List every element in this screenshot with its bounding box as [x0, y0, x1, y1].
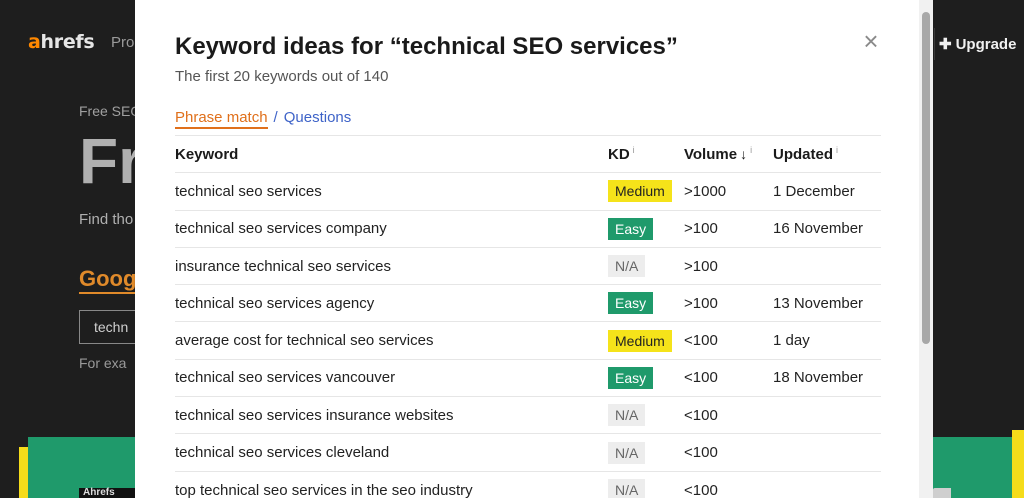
upgrade-label: Upgrade	[955, 35, 1017, 53]
keyword-cell[interactable]: technical seo services cleveland	[175, 433, 608, 472]
kd-cell: N/A	[608, 433, 684, 472]
info-icon: i	[750, 145, 753, 156]
decorative-yellow-strip-right	[1012, 430, 1024, 498]
keyword-table: Keyword KD i Volume ↓ i Updated i technical …	[175, 134, 881, 498]
volume-cell: <100	[684, 321, 773, 360]
table-row[interactable]: technical seo services vancouver Easy <100…	[175, 358, 881, 397]
updated-cell	[773, 470, 881, 498]
kd-cell: Easy	[608, 358, 684, 397]
table-row[interactable]: technical seo services company Easy >100 16…	[175, 209, 881, 248]
tab-questions[interactable]: Questions	[284, 109, 352, 129]
kd-badge: N/A	[608, 404, 646, 427]
keyword-table-body: technical seo services Medium >1000 1 Decem…	[175, 172, 881, 498]
keyword-cell[interactable]: technical seo services company	[175, 209, 608, 248]
updated-cell: 1 day	[773, 321, 881, 360]
header-volume[interactable]: Volume ↓ i	[684, 134, 773, 173]
keyword-cell[interactable]: top technical seo services in the seo in…	[175, 470, 608, 498]
info-icon: i	[632, 145, 635, 156]
kd-badge: N/A	[608, 479, 646, 498]
volume-cell: >100	[684, 209, 773, 248]
kd-badge: Medium	[608, 329, 672, 352]
kd-badge: Medium	[608, 180, 672, 203]
kd-cell: Easy	[608, 284, 684, 322]
keyword-ideas-modal: Keyword ideas for “technical SEO service…	[135, 0, 933, 498]
scrollbar-thumb[interactable]	[922, 12, 930, 344]
modal-title: Keyword ideas for “technical SEO service…	[175, 33, 678, 60]
kd-badge: Easy	[608, 217, 654, 240]
nav-item-products[interactable]: Pro	[111, 34, 134, 51]
volume-cell: <100	[684, 470, 773, 498]
table-header-row: Keyword KD i Volume ↓ i Updated i	[175, 134, 881, 173]
page-subtitle: Find tho	[79, 211, 134, 228]
keyword-cell[interactable]: technical seo services	[175, 172, 608, 211]
table-row[interactable]: top technical seo services in the seo in…	[175, 470, 881, 498]
page-eyebrow: Free SEO	[79, 103, 142, 119]
updated-cell: 16 November	[773, 209, 881, 248]
updated-cell: 13 November	[773, 284, 881, 322]
keyword-cell[interactable]: insurance technical seo services	[175, 246, 608, 285]
google-tab[interactable]: Goog	[79, 266, 137, 294]
volume-cell: <100	[684, 433, 773, 472]
kd-cell: N/A	[608, 246, 684, 285]
volume-cell: >100	[684, 246, 773, 285]
volume-cell: >1000	[684, 172, 773, 211]
volume-cell: >100	[684, 284, 773, 322]
table-row[interactable]: technical seo services insurance website…	[175, 396, 881, 434]
keyword-cell[interactable]: technical seo services vancouver	[175, 358, 608, 397]
kd-badge: N/A	[608, 441, 646, 464]
header-kd[interactable]: KD i	[608, 134, 684, 173]
scrollbar-track[interactable]	[919, 0, 933, 498]
decorative-yellow-strip	[19, 447, 28, 498]
updated-cell	[773, 433, 881, 472]
ahrefs-logo[interactable]: ahrefs	[28, 31, 95, 53]
kd-badge: Easy	[608, 292, 654, 315]
updated-cell: 18 November	[773, 358, 881, 397]
kd-cell: Medium	[608, 321, 684, 360]
kd-cell: Easy	[608, 209, 684, 248]
header-updated[interactable]: Updated i	[773, 134, 881, 173]
tab-phrase-match[interactable]: Phrase match	[175, 109, 268, 129]
table-row[interactable]: technical seo services agency Easy >100 13 …	[175, 284, 881, 322]
table-row[interactable]: insurance technical seo services N/A >100	[175, 246, 881, 285]
table-row[interactable]: technical seo services cleveland N/A <100	[175, 433, 881, 472]
keyword-cell[interactable]: average cost for technical seo services	[175, 321, 608, 360]
header-keyword[interactable]: Keyword	[175, 134, 608, 173]
tab-separator: /	[273, 109, 278, 126]
info-icon: i	[836, 145, 838, 156]
dark-tag: Ahrefs	[79, 488, 135, 498]
table-row[interactable]: technical seo services Medium >1000 1 Decem…	[175, 172, 881, 211]
table-row[interactable]: average cost for technical seo services M…	[175, 321, 881, 360]
modal-subtitle: The first 20 keywords out of 140	[175, 68, 389, 85]
sort-down-icon: ↓	[740, 146, 748, 163]
page-hero-title: Fr	[79, 125, 143, 197]
updated-cell: 1 December	[773, 172, 881, 211]
keyword-cell[interactable]: technical seo services agency	[175, 284, 608, 322]
updated-cell	[773, 246, 881, 285]
kd-cell: N/A	[608, 396, 684, 434]
grey-button[interactable]	[933, 488, 951, 498]
keyword-cell[interactable]: technical seo services insurance website…	[175, 396, 608, 434]
example-text: For exa	[79, 355, 127, 371]
upgrade-button[interactable]: ✚ Upgrade	[934, 28, 1024, 60]
kd-badge: Easy	[608, 366, 654, 389]
kd-cell: N/A	[608, 470, 684, 498]
kd-cell: Medium	[608, 172, 684, 211]
updated-cell	[773, 396, 881, 434]
kd-badge: N/A	[608, 255, 646, 278]
volume-cell: <100	[684, 358, 773, 397]
close-icon[interactable]: ×	[861, 28, 881, 54]
volume-cell: <100	[684, 396, 773, 434]
match-tabs: Phrase match / Questions	[175, 109, 351, 129]
plus-sparkle-icon: ✚	[939, 36, 952, 53]
